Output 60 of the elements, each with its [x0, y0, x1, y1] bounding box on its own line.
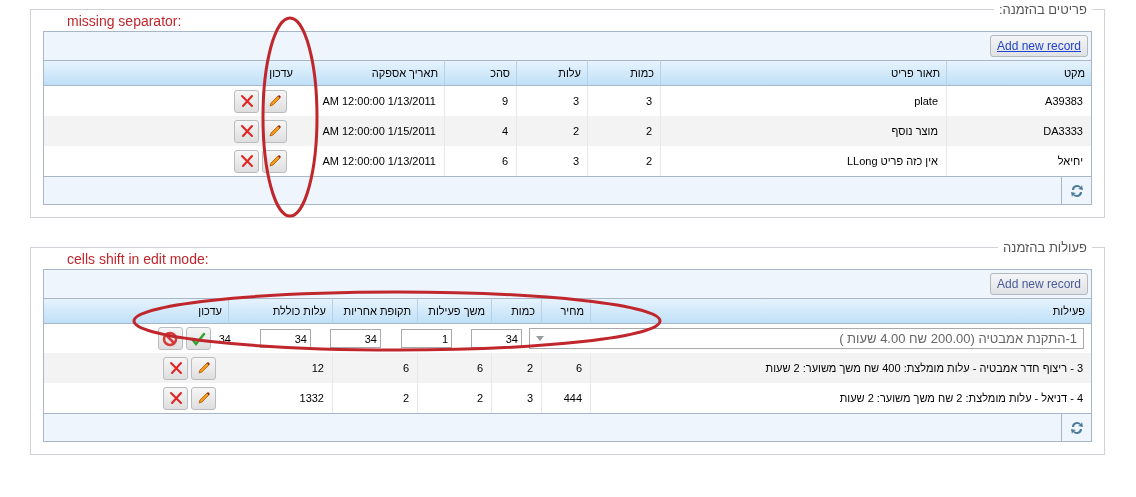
column-header[interactable]: עדכון [44, 60, 299, 86]
edit-button[interactable] [191, 356, 216, 380]
add-record-button[interactable]: Add new record [989, 35, 1088, 57]
column-header[interactable]: פעילות [590, 298, 1091, 324]
column-header[interactable]: עלות [516, 60, 587, 86]
close-icon [239, 124, 254, 138]
annotation-text: missing separator: [66, 13, 183, 31]
input-field[interactable]: 34 [330, 329, 381, 348]
table-cell: 2 [587, 146, 660, 176]
activity-dropdown[interactable]: 1-התקנת אמבטיה (200.00 שח 4.00 שעות ) [529, 328, 1084, 349]
pencil-icon [267, 124, 282, 138]
table-cell: 4 - דניאל - עלות מומלצת: 2 שח משך משוער: 2 שעות [590, 383, 1091, 413]
column-header[interactable]: סהכ [444, 60, 516, 86]
table-cell-text: 12 [310, 361, 325, 376]
delete-button[interactable] [163, 386, 188, 410]
column-header[interactable]: תאור פריט [660, 60, 946, 86]
table-cell: 2 [417, 383, 491, 413]
delete-button[interactable] [234, 89, 259, 113]
pencil-icon [267, 154, 282, 168]
refresh-icon [1068, 182, 1085, 199]
table-cell: 2 [332, 383, 417, 413]
pencil-icon [196, 361, 211, 375]
column-header[interactable]: מחיר [541, 298, 590, 324]
column-header[interactable]: עלות כוללת [228, 298, 332, 324]
table-cell-text: AM 12:00:00 1/13/2011 [321, 94, 437, 109]
pencil-icon [267, 94, 282, 108]
table-cell: אין כזה פריט LLong [660, 146, 946, 176]
table-cell-text: 1332 [298, 391, 325, 406]
column-header[interactable]: משך פעילות [417, 298, 491, 324]
refresh-icon [1068, 419, 1085, 436]
column-header[interactable]: מקט [946, 60, 1091, 86]
column-header[interactable]: עדכון [44, 298, 228, 324]
delete-button[interactable] [163, 356, 188, 380]
close-icon [168, 361, 183, 375]
column-header[interactable]: כמות [587, 60, 660, 86]
delete-button[interactable] [234, 119, 259, 143]
input-field[interactable]: 1 [401, 329, 452, 348]
column-header[interactable]: כמות [491, 298, 541, 324]
column-header[interactable]: תאריך אספקה [299, 60, 444, 86]
table-cell-text: AM 12:00:00 1/13/2011 [321, 154, 437, 169]
table-cell: 3 [516, 146, 587, 176]
section-legend: פריטים בהזמנה: [993, 2, 1092, 17]
table-cell: 444 [541, 383, 590, 413]
dropdown-caret-icon [536, 336, 544, 341]
cancel-icon [162, 330, 179, 347]
section-legend: פעולות בהזמנה [998, 240, 1092, 255]
close-icon [239, 94, 254, 108]
table-cell: 3 [491, 383, 541, 413]
checkmark-icon [190, 331, 207, 346]
add-record-button[interactable]: Add new record [989, 273, 1088, 295]
annotation-text: cells shift in edit mode: [66, 251, 210, 269]
close-icon [168, 391, 183, 405]
table-cell: יחיאל [946, 146, 1091, 176]
close-icon [239, 154, 254, 168]
table-cell-text: AM 12:00:00 1/15/2011 [321, 124, 437, 139]
edit-button[interactable] [191, 386, 216, 410]
pencil-icon [196, 391, 211, 405]
table-cell: 6 [444, 146, 516, 176]
delete-button[interactable] [234, 149, 259, 173]
column-header[interactable]: תקופת אחריות [332, 298, 417, 324]
